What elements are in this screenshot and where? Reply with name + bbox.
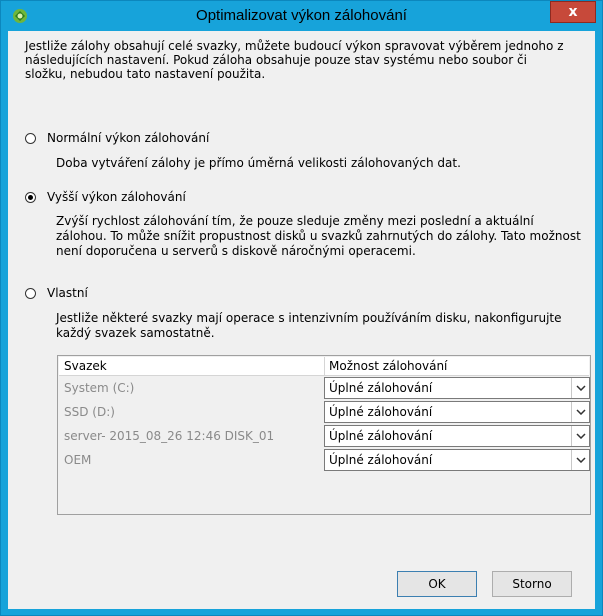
- chevron-down-icon[interactable]: [571, 426, 589, 446]
- backup-option-value: Úplné zálohování: [329, 405, 433, 419]
- backup-option-value: Úplné zálohování: [329, 453, 433, 467]
- dialog-window: Optimalizovat výkon zálohování x Jestliž…: [0, 0, 603, 616]
- table-row: SSD (D:) Úplné zálohování: [59, 401, 590, 423]
- header-divider: [324, 357, 325, 375]
- title-bar[interactable]: Optimalizovat výkon zálohování x: [1, 1, 602, 31]
- ok-button[interactable]: OK: [397, 571, 477, 597]
- volume-name: System (C:): [64, 381, 135, 395]
- backup-option-value: Úplné zálohování: [329, 381, 433, 395]
- option-custom-description: Jestliže některé svazky mají operace s i…: [56, 311, 562, 340]
- option-normal-description: Doba vytváření zálohy je přímo úměrná ve…: [56, 156, 461, 170]
- backup-option-value: Úplné zálohování: [329, 429, 433, 443]
- radio-higher[interactable]: [25, 191, 36, 203]
- option-normal-label: Normální výkon zálohování: [47, 131, 210, 145]
- backup-option-select[interactable]: Úplné zálohování: [324, 449, 590, 471]
- window-title: Optimalizovat výkon zálohování: [196, 7, 407, 24]
- radio-normal[interactable]: [25, 132, 36, 144]
- backup-option-select[interactable]: Úplné zálohování: [324, 377, 590, 399]
- table-header: Svazek Možnost zálohování: [59, 357, 589, 376]
- cancel-button[interactable]: Storno: [492, 571, 572, 597]
- option-custom-label: Vlastní: [47, 286, 88, 300]
- chevron-down-icon[interactable]: [571, 378, 589, 398]
- header-backup-option: Možnost zálohování: [329, 359, 448, 373]
- volume-table: Svazek Možnost zálohování System (C:) Úp…: [57, 355, 591, 515]
- radio-custom[interactable]: [25, 287, 36, 299]
- table-row: OEM Úplné zálohování: [59, 449, 590, 471]
- option-normal[interactable]: Normální výkon zálohování: [25, 131, 209, 145]
- table-row: server- 2015_08_26 12:46 DISK_01 Úplné z…: [59, 425, 590, 447]
- volume-name: server- 2015_08_26 12:46 DISK_01: [64, 429, 275, 443]
- backup-option-select[interactable]: Úplné zálohování: [324, 425, 590, 447]
- option-higher-label: Vyšší výkon zálohování: [47, 190, 186, 204]
- close-button[interactable]: x: [550, 1, 596, 23]
- table-row: System (C:) Úplné zálohování: [59, 377, 590, 399]
- chevron-down-icon[interactable]: [571, 402, 589, 422]
- volume-name: OEM: [64, 453, 92, 467]
- option-custom[interactable]: Vlastní: [25, 286, 88, 300]
- close-icon: x: [568, 4, 578, 20]
- backup-option-select[interactable]: Úplné zálohování: [324, 401, 590, 423]
- chevron-down-icon[interactable]: [571, 450, 589, 470]
- option-higher[interactable]: Vyšší výkon zálohování: [25, 190, 186, 204]
- option-higher-description: Zvýší rychlost zálohování tím, že pouze …: [56, 214, 581, 258]
- header-volume: Svazek: [64, 359, 107, 373]
- intro-text: Jestliže zálohy obsahují celé svazky, mů…: [25, 39, 564, 81]
- volume-name: SSD (D:): [64, 405, 115, 419]
